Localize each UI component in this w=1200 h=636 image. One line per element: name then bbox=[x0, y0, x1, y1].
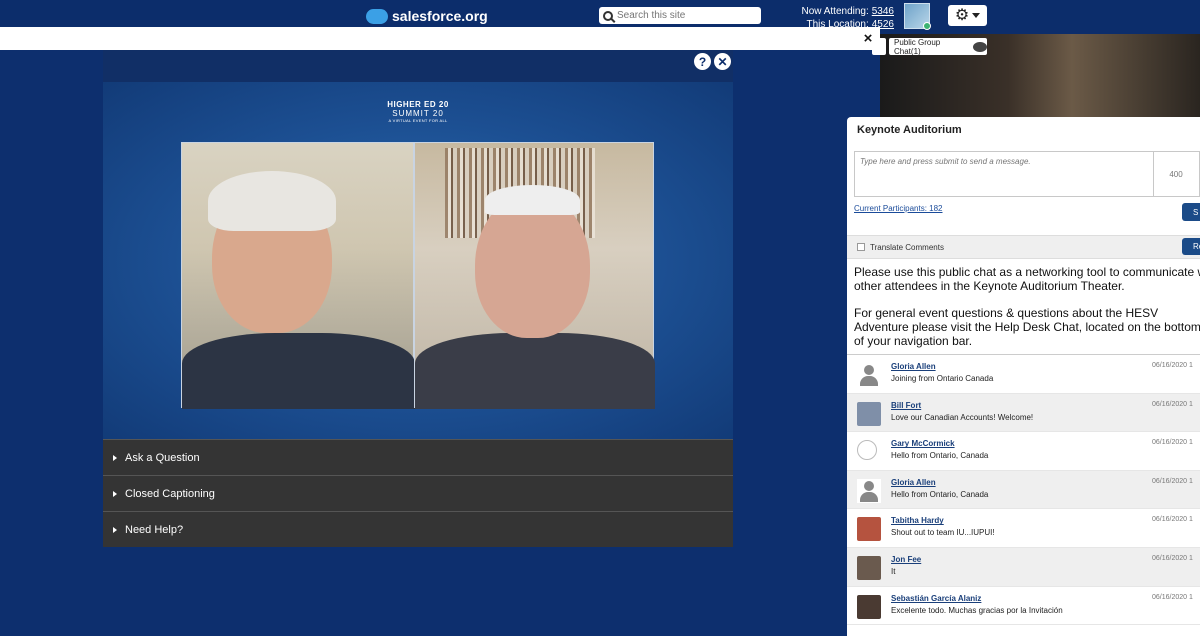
now-attending-label: Now Attending: bbox=[801, 6, 869, 17]
current-participants-link[interactable]: Current Participants: 182 bbox=[854, 204, 943, 213]
chat-panel-title: Keynote Auditorium bbox=[857, 124, 962, 136]
message-author-link[interactable]: Gary McCormick bbox=[891, 439, 955, 448]
user-avatar[interactable] bbox=[857, 363, 881, 387]
expand-arrow-icon bbox=[113, 526, 117, 533]
chat-message: Sebastián García Alaniz Excelente todo. M… bbox=[847, 587, 1200, 626]
chevron-down-icon bbox=[972, 13, 981, 18]
chat-message: Jon Fee It 06/16/2020 1 bbox=[847, 547, 1200, 587]
speaker-hair bbox=[208, 171, 336, 231]
translate-label: Translate Comments bbox=[870, 242, 944, 252]
speaker-video-left[interactable] bbox=[181, 142, 415, 409]
message-timestamp: 06/16/2020 1 bbox=[1152, 593, 1193, 601]
chat-message-input[interactable] bbox=[854, 151, 1154, 197]
chat-message-list: Gloria Allen Joining from Ontario Canada 0… bbox=[847, 354, 1200, 626]
message-author-link[interactable]: Tabitha Hardy bbox=[891, 516, 944, 525]
notification-strip bbox=[0, 27, 880, 50]
user-avatar[interactable] bbox=[857, 401, 881, 426]
message-timestamp: 06/16/2020 1 bbox=[1152, 554, 1193, 562]
translate-row: Translate Comments bbox=[847, 235, 1200, 259]
event-brand-logo: HIGHER ED 20 SUMMIT 20 A VIRTUAL EVENT F… bbox=[386, 100, 450, 123]
brand-line-2: SUMMIT 20 bbox=[392, 109, 444, 118]
translate-checkbox[interactable] bbox=[857, 243, 865, 251]
message-author-link[interactable]: Sebastián García Alaniz bbox=[891, 594, 981, 603]
speaker-video-right[interactable] bbox=[414, 142, 655, 409]
chat-notice: Please use this public chat as a network… bbox=[854, 265, 1200, 348]
message-text: Excelente todo. Muchas gracias por la In… bbox=[891, 605, 1063, 615]
cloud-icon bbox=[366, 8, 388, 24]
accordion-closed-captioning[interactable]: Closed Captioning bbox=[103, 475, 733, 511]
settings-button[interactable]: ⚙ bbox=[948, 5, 987, 26]
message-text: It bbox=[891, 566, 896, 576]
speaker-body bbox=[182, 333, 415, 409]
chat-panel: Keynote Auditorium 400 Current Participa… bbox=[847, 117, 1200, 636]
message-text: Hello from Ontario, Canada bbox=[891, 489, 989, 499]
search-input[interactable] bbox=[617, 10, 757, 21]
message-author-link[interactable]: Bill Fort bbox=[891, 401, 921, 410]
video-header bbox=[103, 50, 733, 82]
accordion-label: Need Help? bbox=[125, 523, 184, 536]
accordion-label: Ask a Question bbox=[125, 451, 200, 464]
message-timestamp: 06/16/2020 1 bbox=[1152, 439, 1193, 447]
close-video-button[interactable]: ✕ bbox=[714, 53, 731, 70]
notice-line: For general event questions & questions … bbox=[854, 306, 1159, 320]
logo-text: salesforce.org bbox=[392, 8, 488, 24]
refresh-button[interactable]: Re bbox=[1182, 238, 1200, 255]
online-status-icon bbox=[923, 22, 931, 30]
message-text: Hello from Ontario, Canada bbox=[891, 451, 989, 461]
message-timestamp: 06/16/2020 1 bbox=[1152, 516, 1193, 524]
help-button[interactable]: ? bbox=[694, 53, 711, 70]
user-avatar[interactable] bbox=[857, 440, 877, 461]
message-author-link[interactable]: Gloria Allen bbox=[891, 362, 936, 371]
message-text: Shout out to team IU...IUPUI! bbox=[891, 528, 995, 538]
chat-message: Tabitha Hardy Shout out to team IU...IUPU… bbox=[847, 509, 1200, 548]
chat-message: Gloria Allen Joining from Ontario Canada 0… bbox=[847, 355, 1200, 394]
message-author-link[interactable]: Jon Fee bbox=[891, 555, 921, 564]
salesforce-logo[interactable]: salesforce.org bbox=[366, 6, 488, 26]
accordion-label: Closed Captioning bbox=[125, 487, 215, 500]
chat-tab-collapsed[interactable] bbox=[872, 38, 886, 55]
user-avatar[interactable] bbox=[857, 555, 881, 580]
expand-arrow-icon bbox=[113, 490, 117, 497]
brand-line-1: HIGHER ED 20 bbox=[387, 100, 449, 109]
notice-line: of your navigation bar. bbox=[854, 334, 973, 348]
message-text: Love our Canadian Accounts! Welcome! bbox=[891, 412, 1034, 422]
user-avatar[interactable] bbox=[857, 478, 881, 503]
accordion-need-help[interactable]: Need Help? bbox=[103, 511, 733, 547]
chat-message: Bill Fort Love our Canadian Accounts! Wel… bbox=[847, 393, 1200, 433]
message-text: Joining from Ontario Canada bbox=[891, 374, 994, 383]
expand-arrow-icon bbox=[113, 454, 117, 461]
search-box[interactable] bbox=[599, 7, 761, 24]
public-group-chat-tab[interactable]: Public Group Chat(1) bbox=[889, 37, 987, 56]
message-timestamp: 06/16/2020 1 bbox=[1152, 362, 1193, 369]
speaker-body bbox=[415, 333, 655, 409]
chat-bubble-icon bbox=[973, 41, 987, 52]
message-timestamp: 06/16/2020 1 bbox=[1152, 477, 1193, 485]
notice-line: Please use this public chat as a network… bbox=[854, 265, 1200, 279]
user-avatar[interactable] bbox=[857, 594, 881, 619]
now-attending-value[interactable]: 5346 bbox=[872, 6, 894, 17]
user-avatar[interactable] bbox=[857, 517, 881, 542]
brand-line-3: A VIRTUAL EVENT FOR ALL bbox=[388, 118, 448, 123]
user-avatar[interactable] bbox=[904, 3, 931, 30]
chat-message: Gary McCormick Hello from Ontario, Canada… bbox=[847, 432, 1200, 471]
chat-tab-label: Public Group Chat(1) bbox=[894, 37, 941, 56]
accordion-ask-question[interactable]: Ask a Question bbox=[103, 439, 733, 475]
message-author-link[interactable]: Gloria Allen bbox=[891, 478, 936, 487]
gear-icon: ⚙ bbox=[954, 6, 970, 24]
message-timestamp: 06/16/2020 1 bbox=[1152, 400, 1193, 408]
submit-button[interactable]: S bbox=[1182, 203, 1200, 221]
notice-line: Adventure please visit the Help Desk Cha… bbox=[854, 320, 1200, 334]
char-counter: 400 bbox=[1153, 151, 1200, 197]
speaker-hair bbox=[485, 185, 580, 215]
notice-line: other attendees in the Keynote Auditoriu… bbox=[854, 279, 1125, 293]
chat-message: Gloria Allen Hello from Ontario, Canada 06… bbox=[847, 470, 1200, 510]
search-icon bbox=[603, 10, 613, 21]
